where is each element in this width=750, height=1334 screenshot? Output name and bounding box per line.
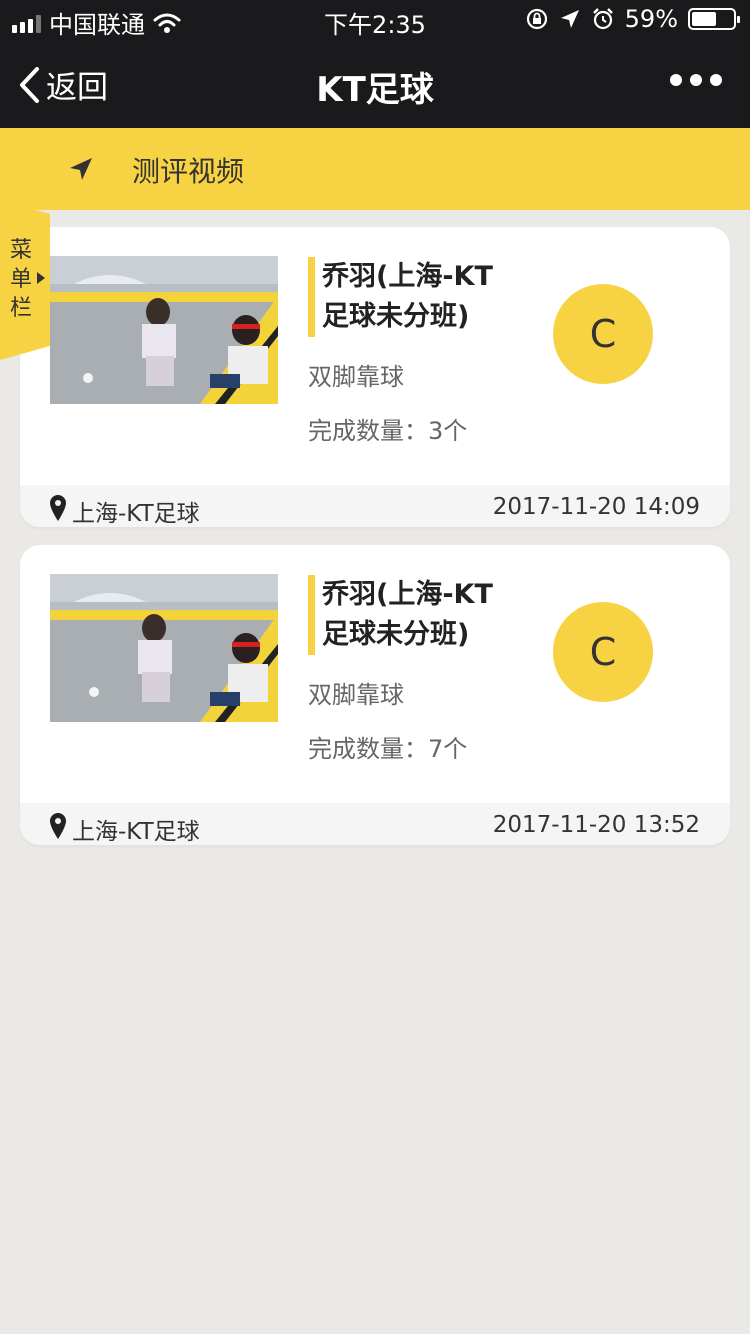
record-title: 乔羽(上海-KT足球未分班) (322, 261, 493, 332)
grade-badge: C (553, 284, 653, 384)
more-menu-button[interactable] (670, 74, 722, 86)
side-menu-label: 菜单栏 (9, 238, 32, 321)
title-accent-bar (308, 257, 315, 337)
record-count: 完成数量：7个 (308, 735, 468, 763)
record-skill: 双脚靠球 (308, 363, 404, 391)
alarm-icon (592, 8, 613, 30)
more-dots-icon (670, 74, 682, 86)
caret-right-icon (37, 272, 45, 284)
title-accent-bar (308, 575, 315, 655)
grade-badge: C (553, 602, 653, 702)
record-datetime: 2017-11-20 14:09 (492, 494, 700, 520)
battery-percent: 59% (624, 5, 678, 33)
record-location: 上海-KT足球 (72, 819, 200, 845)
navigation-arrow-icon (70, 158, 92, 180)
record-count: 完成数量：3个 (308, 417, 468, 445)
navigation-bar: 返回 KT足球 (0, 40, 750, 128)
location-arrow-icon (560, 10, 579, 28)
record-card[interactable]: 乔羽(上海-KT足球未分班) 双脚靠球 完成数量：3个 C 上海-KT足球 20… (20, 227, 730, 527)
location-pin-icon (50, 495, 66, 521)
battery-icon (688, 8, 740, 30)
record-footer: 上海-KT足球 2017-11-20 14:09 (20, 485, 730, 527)
side-menu-tab[interactable]: 菜单栏 (0, 200, 50, 360)
rotation-lock-icon (526, 8, 547, 30)
section-header: 测评视频 (0, 128, 750, 210)
record-footer: 上海-KT足球 2017-11-20 13:52 (20, 803, 730, 845)
status-bar: 中国联通 下午2:35 59% (0, 0, 750, 40)
record-title: 乔羽(上海-KT足球未分班) (322, 579, 493, 650)
video-thumbnail[interactable] (50, 256, 278, 404)
location-pin-icon (50, 813, 66, 839)
section-title: 测评视频 (132, 155, 245, 188)
record-skill: 双脚靠球 (308, 681, 404, 709)
record-location: 上海-KT足球 (72, 501, 200, 527)
video-thumbnail[interactable] (50, 574, 278, 722)
record-datetime: 2017-11-20 13:52 (492, 812, 700, 838)
page-title: KT足球 (316, 70, 434, 110)
record-card[interactable]: 乔羽(上海-KT足球未分班) 双脚靠球 完成数量：7个 C 上海-KT足球 20… (20, 545, 730, 845)
